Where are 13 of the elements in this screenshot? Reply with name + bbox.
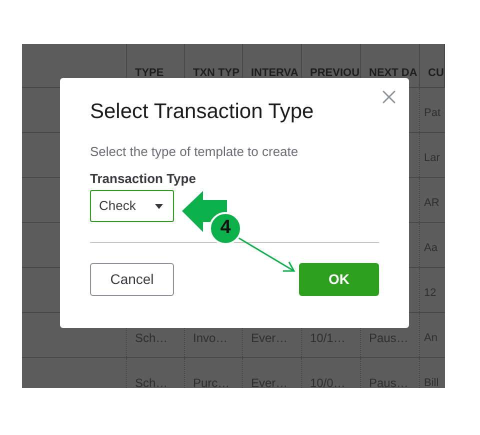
column-header: TYPE <box>135 66 164 80</box>
column-header: CU <box>428 66 444 80</box>
pointer-arrow <box>236 236 296 273</box>
column-header: TXN TYP <box>193 66 240 80</box>
dialog-title: Select Transaction Type <box>90 99 315 125</box>
field-label: Transaction Type <box>90 170 197 188</box>
transaction-type-select[interactable]: Check <box>90 190 174 222</box>
column-header: INTERVA <box>251 66 298 80</box>
caret-icon <box>155 204 163 208</box>
dialog-description: Select the type of template to create <box>90 143 300 161</box>
column-header: NEXT DA <box>369 66 418 80</box>
cancel-button[interactable]: Cancel <box>90 263 174 296</box>
column-header: PREVIOU <box>310 66 360 80</box>
